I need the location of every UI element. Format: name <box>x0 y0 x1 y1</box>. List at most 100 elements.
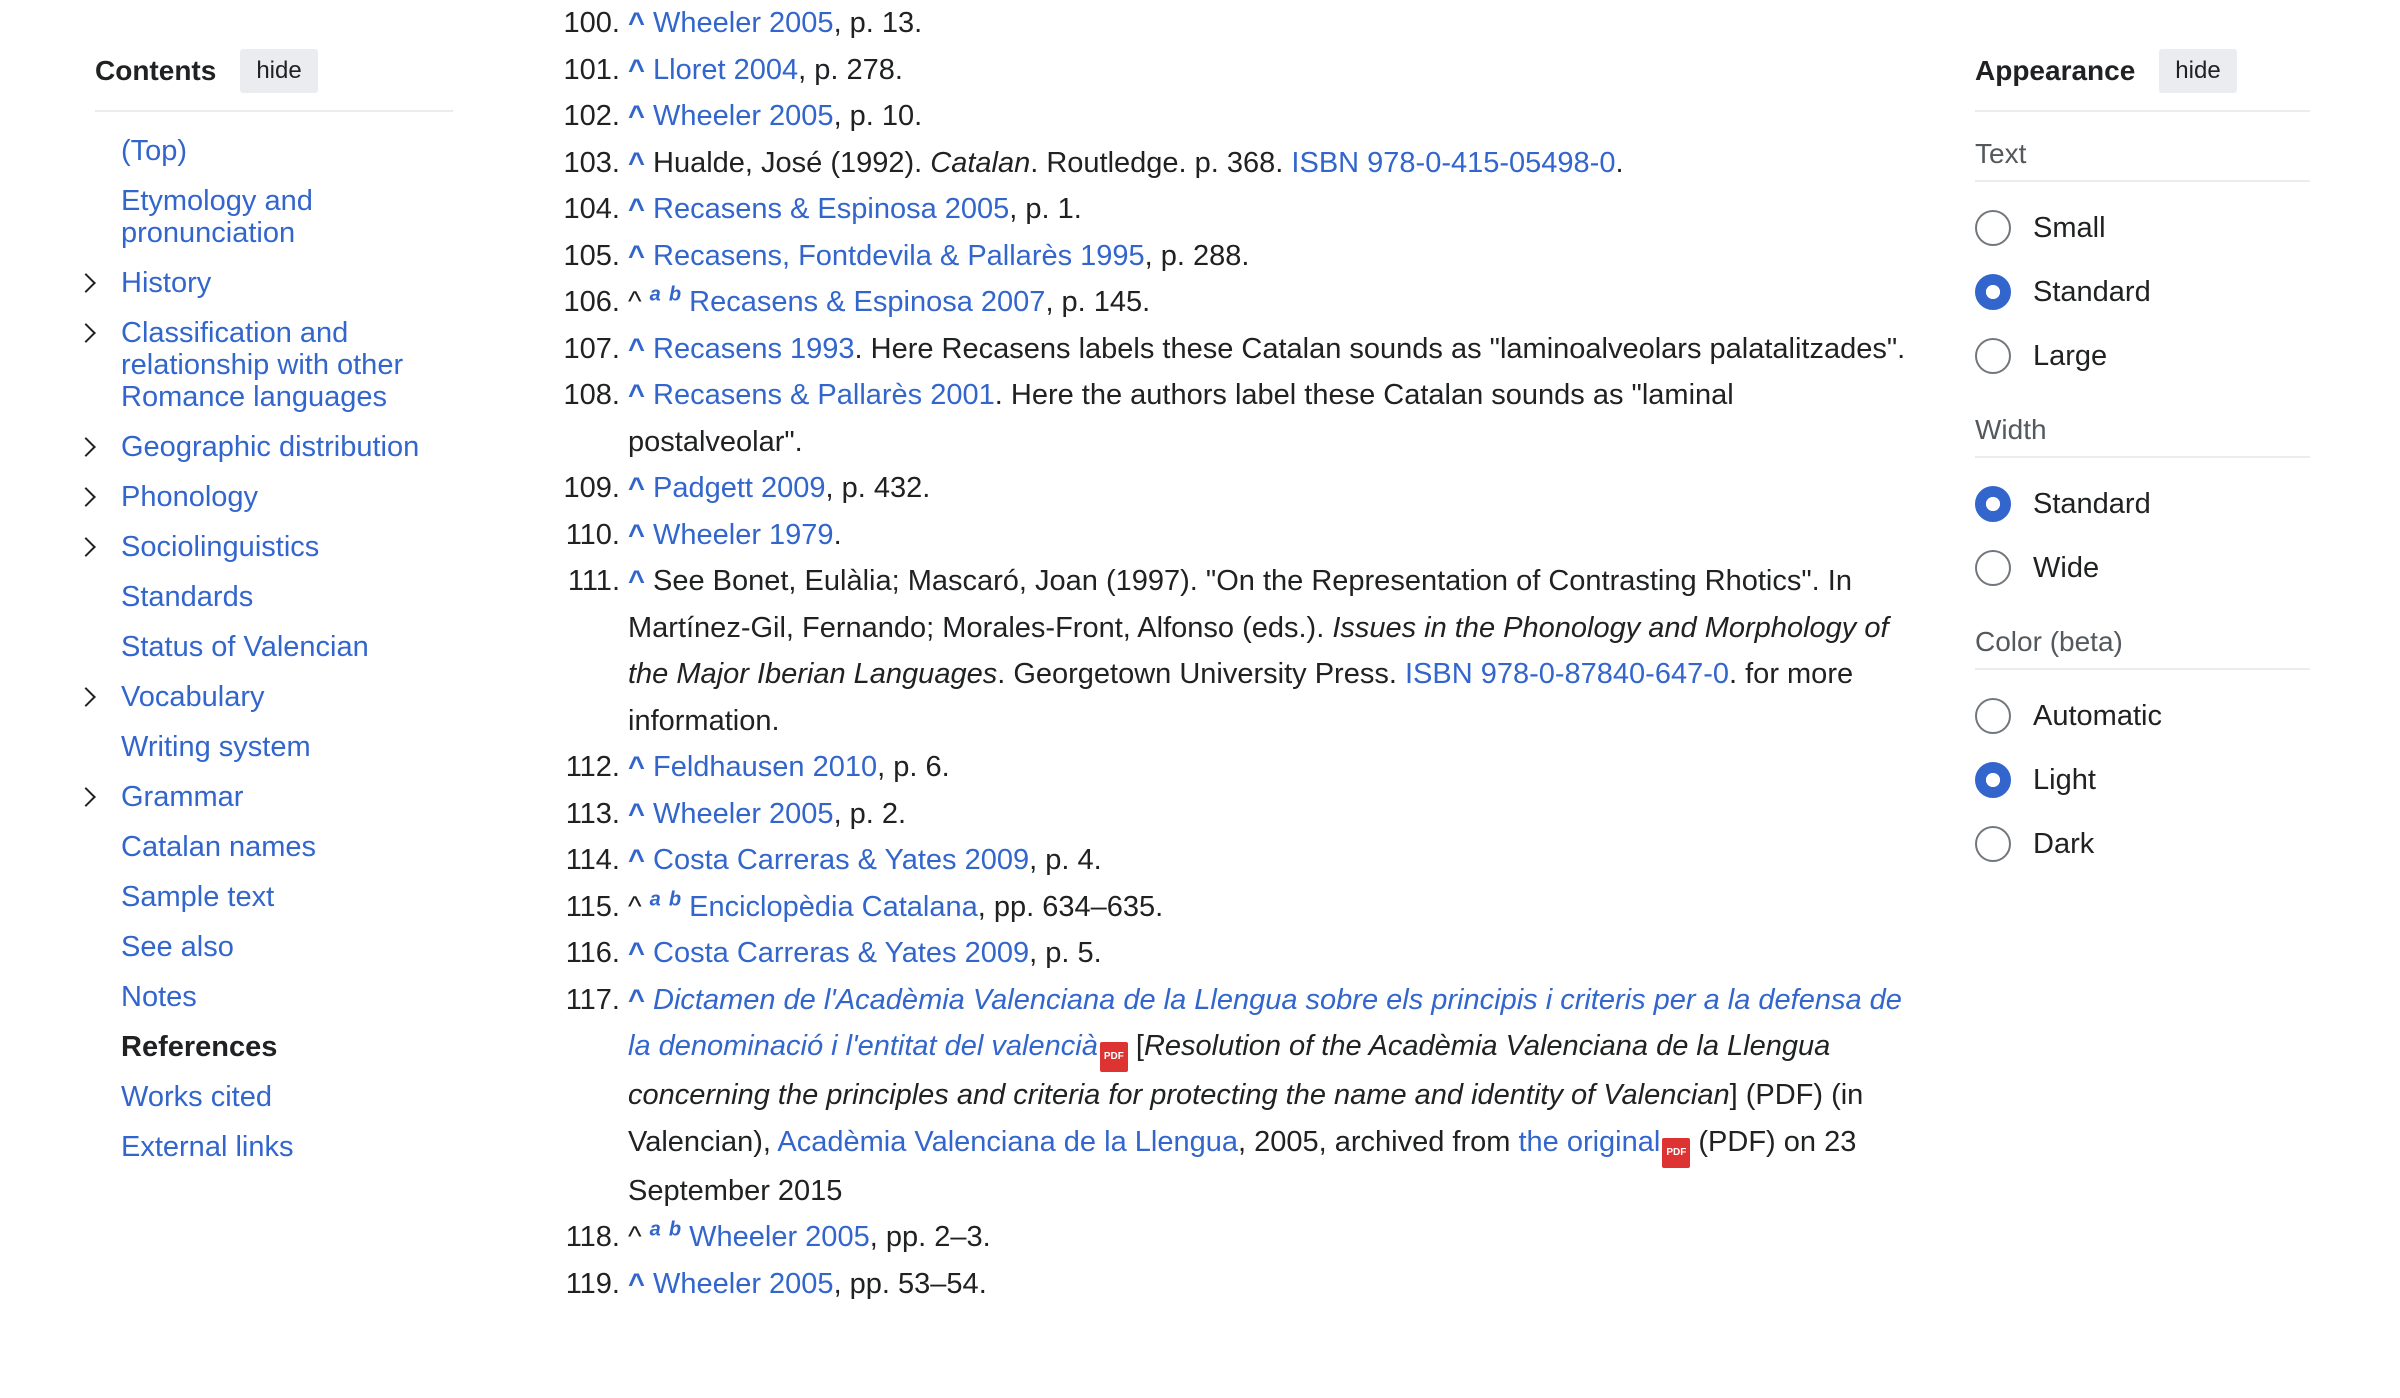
radio-button[interactable] <box>1975 338 2011 374</box>
toc-link[interactable]: Geographic distribution <box>121 422 453 472</box>
chevron-right-icon[interactable] <box>76 487 96 507</box>
citation-link[interactable]: Recasens 1993 <box>653 333 855 365</box>
backlink-caret[interactable]: ^ <box>628 54 645 86</box>
toc-link[interactable]: Etymology and pronunciation <box>121 176 453 258</box>
toc-link[interactable]: External links <box>121 1122 453 1172</box>
backlink-caret[interactable]: ^ <box>628 7 645 39</box>
toc-item[interactable]: References <box>95 1022 453 1072</box>
isbn-link[interactable]: ISBN 978-0-87840-647-0 <box>1405 658 1729 690</box>
backlink-caret[interactable]: ^ <box>628 1268 645 1300</box>
radio-button[interactable] <box>1975 486 2011 522</box>
backlink-caret[interactable]: ^ <box>628 240 645 272</box>
citation-link[interactable]: Padgett 2009 <box>653 472 826 504</box>
isbn-link[interactable]: ISBN 978-0-415-05498-0 <box>1291 147 1615 179</box>
citation-link[interactable]: Enciclopèdia Catalana <box>689 891 978 923</box>
citation-link[interactable]: Recasens, Fontdevila & Pallarès 1995 <box>653 240 1145 272</box>
text-size-option[interactable]: Large <box>1975 324 2310 388</box>
toc-link[interactable]: Vocabulary <box>121 672 453 722</box>
toc-link[interactable]: Status of Valencian <box>121 622 453 672</box>
radio-button[interactable] <box>1975 762 2011 798</box>
citation-link[interactable]: Lloret 2004 <box>653 54 798 86</box>
backlink-caret[interactable]: ^ <box>628 379 645 411</box>
citation-link[interactable]: Recasens & Espinosa 2007 <box>689 286 1045 318</box>
toc-link[interactable]: Catalan names <box>121 822 453 872</box>
toc-item[interactable]: Vocabulary <box>76 672 453 722</box>
citation-link[interactable]: Feldhausen 2010 <box>653 751 877 783</box>
backlink-a[interactable]: a <box>650 888 661 910</box>
color-option[interactable]: Dark <box>1975 812 2310 876</box>
backlink-caret[interactable]: ^ <box>628 472 645 504</box>
chevron-right-icon[interactable] <box>76 787 96 807</box>
toc-item[interactable]: See also <box>95 922 453 972</box>
backlink-caret[interactable]: ^ <box>628 937 645 969</box>
toc-item[interactable]: Grammar <box>76 772 453 822</box>
toc-link[interactable]: (Top) <box>121 126 453 176</box>
toc-item[interactable]: Sociolinguistics <box>76 522 453 572</box>
citation-link[interactable]: Wheeler 1979 <box>653 519 834 551</box>
backlink-b[interactable]: b <box>669 1218 681 1240</box>
citation-link[interactable]: Wheeler 2005 <box>653 1268 834 1300</box>
toc-link[interactable]: Sample text <box>121 872 453 922</box>
toc-link[interactable]: Standards <box>121 572 453 622</box>
backlink-caret[interactable]: ^ <box>628 333 645 365</box>
citation-link[interactable]: Costa Carreras & Yates 2009 <box>653 937 1029 969</box>
citation-link[interactable]: Wheeler 2005 <box>653 7 834 39</box>
backlink-a[interactable]: a <box>650 283 661 305</box>
backlink-caret[interactable]: ^ <box>628 751 645 783</box>
toc-item[interactable]: Phonology <box>76 472 453 522</box>
toc-link[interactable]: Writing system <box>121 722 453 772</box>
width-option[interactable]: Standard <box>1975 472 2310 536</box>
toc-item[interactable]: Works cited <box>95 1072 453 1122</box>
backlink-b[interactable]: b <box>669 888 681 910</box>
toc-hide-button[interactable]: hide <box>240 49 318 93</box>
chevron-right-icon[interactable] <box>76 323 96 343</box>
original-link[interactable]: the original <box>1518 1126 1660 1158</box>
toc-link[interactable]: History <box>121 258 453 308</box>
toc-item[interactable]: External links <box>95 1122 453 1172</box>
backlink-caret[interactable]: ^ <box>628 984 645 1016</box>
citation-link[interactable]: Costa Carreras & Yates 2009 <box>653 844 1029 876</box>
backlink-caret[interactable]: ^ <box>628 100 645 132</box>
backlink-caret[interactable]: ^ <box>628 147 645 179</box>
toc-item[interactable]: History <box>76 258 453 308</box>
appearance-hide-button[interactable]: hide <box>2159 49 2237 93</box>
chevron-right-icon[interactable] <box>76 273 96 293</box>
toc-item[interactable]: Notes <box>95 972 453 1022</box>
citation-link[interactable]: Recasens & Pallarès 2001 <box>653 379 995 411</box>
toc-item[interactable]: Catalan names <box>95 822 453 872</box>
backlink-caret[interactable]: ^ <box>628 798 645 830</box>
toc-item[interactable]: Status of Valencian <box>95 622 453 672</box>
citation-link[interactable]: Recasens & Espinosa 2005 <box>653 193 1009 225</box>
toc-link[interactable]: Phonology <box>121 472 453 522</box>
radio-button[interactable] <box>1975 826 2011 862</box>
radio-button[interactable] <box>1975 550 2011 586</box>
backlink-caret[interactable]: ^ <box>628 193 645 225</box>
chevron-right-icon[interactable] <box>76 437 96 457</box>
backlink-caret[interactable]: ^ <box>628 844 645 876</box>
backlink-a[interactable]: a <box>650 1218 661 1240</box>
color-option[interactable]: Light <box>1975 748 2310 812</box>
chevron-right-icon[interactable] <box>76 687 96 707</box>
backlink-caret[interactable]: ^ <box>628 565 645 597</box>
color-option[interactable]: Automatic <box>1975 684 2310 748</box>
radio-button[interactable] <box>1975 210 2011 246</box>
text-size-option[interactable]: Small <box>1975 196 2310 260</box>
toc-link[interactable]: Sociolinguistics <box>121 522 453 572</box>
backlink-b[interactable]: b <box>669 283 681 305</box>
toc-link[interactable]: Grammar <box>121 772 453 822</box>
toc-link[interactable]: References <box>121 1022 453 1072</box>
toc-item[interactable]: Classification and relationship with oth… <box>76 308 453 422</box>
chevron-right-icon[interactable] <box>76 537 96 557</box>
citation-link[interactable]: Wheeler 2005 <box>689 1221 870 1253</box>
radio-button[interactable] <box>1975 698 2011 734</box>
toc-item[interactable]: (Top) <box>95 126 453 176</box>
width-option[interactable]: Wide <box>1975 536 2310 600</box>
publisher-link[interactable]: Acadèmia Valenciana de la Llengua <box>777 1126 1238 1158</box>
backlink-caret[interactable]: ^ <box>628 519 645 551</box>
toc-item[interactable]: Writing system <box>95 722 453 772</box>
toc-item[interactable]: Sample text <box>95 872 453 922</box>
radio-button[interactable] <box>1975 274 2011 310</box>
toc-link[interactable]: Works cited <box>121 1072 453 1122</box>
citation-link[interactable]: Wheeler 2005 <box>653 100 834 132</box>
toc-link[interactable]: Notes <box>121 972 453 1022</box>
